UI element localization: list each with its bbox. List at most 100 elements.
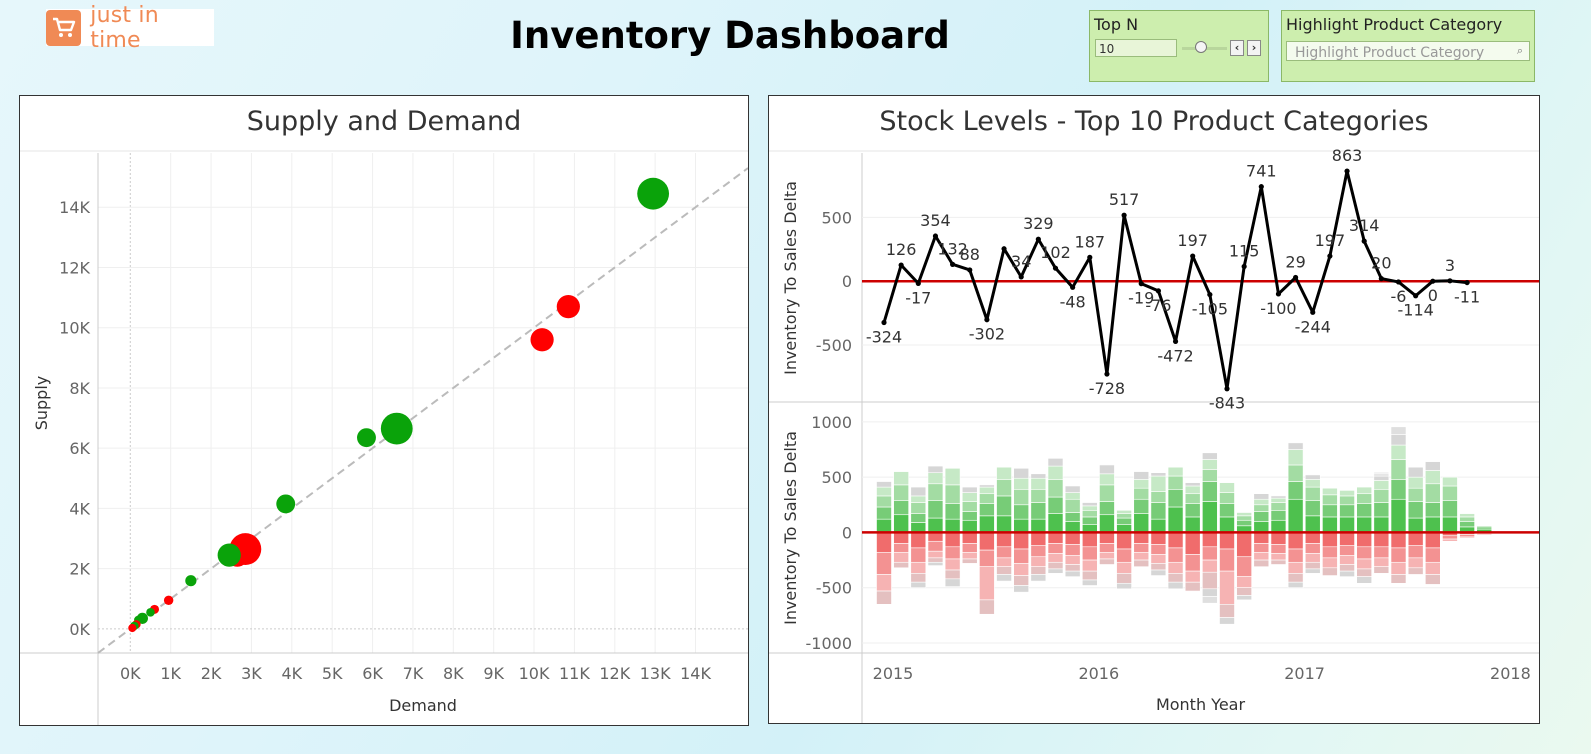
bar-segment-negative (1390, 547, 1407, 563)
bar-segment-positive (1407, 466, 1424, 478)
x-tick-label: 12K (599, 664, 630, 683)
bar-segment-positive (1184, 516, 1201, 533)
bar-segment-negative (1339, 532, 1355, 546)
y-tick-label: 12K (59, 258, 90, 277)
bar-segment-negative (1287, 581, 1304, 589)
bar-segment-negative (1116, 582, 1132, 590)
x-tick-label: 13K (640, 664, 671, 683)
bar-segment-negative (1407, 532, 1424, 546)
supply-demand-scatter: 0K 1K 2K 3K 4K 5K 6K 7K 8K 9K 10K 11K 12K 13K 14K 0K 2K 4… (20, 150, 748, 725)
bar-segment-positive (1167, 475, 1184, 490)
bar-segment-negative (961, 543, 978, 553)
line-point (1327, 253, 1333, 259)
data-label: -11 (1454, 288, 1480, 307)
bar-segment-negative (1047, 561, 1064, 570)
bar-segment-negative (1167, 573, 1184, 583)
data-label: 115 (1229, 242, 1260, 261)
bar-segment-negative (1013, 585, 1029, 593)
bar-segment-negative (1356, 532, 1373, 548)
line-point (898, 262, 904, 268)
line-point (1121, 212, 1127, 218)
x-tick-label: 2015 (873, 664, 914, 683)
bar-segment-negative (1167, 561, 1184, 574)
bar-segment-positive (1030, 473, 1047, 479)
bar-segment-negative (1407, 557, 1424, 569)
bar-segment-positive (1270, 510, 1287, 521)
bar-segment-positive (1184, 493, 1201, 504)
y-tick-label: 500 (821, 208, 852, 227)
bar-segment-negative (1013, 563, 1029, 576)
bar-segment-negative (1030, 574, 1047, 582)
bar-segment-negative (1390, 561, 1407, 575)
bar-segment-negative (1322, 532, 1338, 548)
bar-segment-negative (876, 590, 892, 605)
chevron-left-icon[interactable]: ‹ (1230, 40, 1244, 56)
bar-segment-negative (876, 532, 892, 553)
bar-segment-negative (1373, 532, 1390, 548)
bar-segment-negative (1322, 557, 1338, 569)
bar-segment-negative (1030, 545, 1047, 558)
bar-segment-negative (1099, 532, 1115, 544)
highlight-search-box: ⌕ (1286, 41, 1530, 63)
bar-segment-positive (1322, 516, 1338, 533)
bar-segment-negative (1304, 568, 1321, 574)
bar-segment-positive (1219, 503, 1235, 518)
data-label: 517 (1109, 190, 1140, 209)
bar-segment-negative (1047, 543, 1064, 554)
y-tick-label: 1000 (811, 413, 852, 432)
bar-segment-positive (1116, 513, 1132, 519)
bar-segment-negative (1270, 544, 1287, 554)
bar-segment-positive (910, 513, 927, 523)
line-point (1395, 279, 1402, 285)
highlight-search-input[interactable] (1287, 43, 1517, 63)
bar-segment-negative (1064, 570, 1081, 577)
bar-segment-positive (1339, 495, 1355, 506)
line-point (881, 319, 887, 326)
bar-segment-negative (1081, 532, 1098, 548)
scatter-point (276, 494, 296, 514)
bar-segment-positive (1407, 476, 1424, 489)
scatter-point (357, 428, 376, 448)
y-tick-label: -1000 (806, 634, 853, 653)
bar-segment-negative (1167, 547, 1184, 563)
chevron-right-icon[interactable]: › (1247, 40, 1261, 56)
y-tick-label: 6K (69, 439, 90, 458)
line-point (967, 267, 973, 273)
bar-segment-positive (1270, 519, 1287, 533)
bar-segment-negative (1459, 534, 1475, 538)
bar-segment-positive (1390, 498, 1407, 533)
data-label: -472 (1157, 346, 1193, 365)
bar-segment-positive (944, 503, 961, 520)
bar-segment-positive (1270, 495, 1287, 499)
topn-slider-handle[interactable] (1195, 41, 1207, 53)
bar-segment-positive (1081, 516, 1098, 525)
bar-segment-negative (1047, 568, 1064, 574)
bar-segment-positive (979, 515, 995, 533)
bar-segment-negative (1236, 576, 1252, 589)
line-point (1258, 184, 1264, 190)
search-icon[interactable]: ⌕ (1517, 44, 1523, 58)
bar-segment-positive (1013, 518, 1029, 533)
bar-segment-positive (979, 484, 995, 488)
topn-input[interactable]: 10 (1095, 39, 1177, 57)
bar-segment-positive (1442, 476, 1458, 487)
bar-segment-negative (1099, 558, 1115, 565)
bar-segment-negative (1424, 574, 1441, 585)
bar-segment-negative (1287, 532, 1304, 550)
bar-segment-negative (1064, 555, 1081, 565)
bar-segment-negative (1424, 532, 1441, 549)
bar-segment-positive (1167, 488, 1184, 508)
bar-segment-negative (876, 552, 892, 575)
bar-segment-negative (927, 532, 944, 542)
bar-segment-negative (1167, 532, 1184, 549)
x-axis-title: Demand (389, 696, 457, 715)
bar-segment-negative (979, 566, 995, 601)
line-point (1190, 253, 1196, 259)
bar-segment-negative (1047, 553, 1064, 563)
bar-segment-positive (1287, 449, 1304, 466)
scatter-point (380, 412, 413, 445)
x-tick-label: 2017 (1284, 664, 1325, 683)
y-tick-label: 4K (69, 499, 90, 518)
bar-segment-positive (1356, 493, 1373, 504)
bar-segment-positive (1459, 513, 1475, 518)
